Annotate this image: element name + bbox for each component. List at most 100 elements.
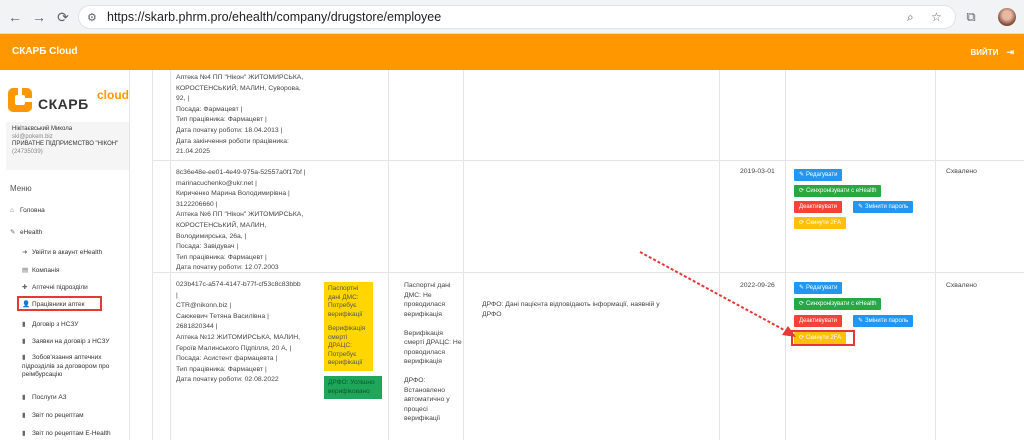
sync-icon: ⟳ [799, 301, 805, 307]
details-line: процесі [404, 405, 428, 413]
key-icon: ✎ [858, 204, 864, 210]
site-info-icon[interactable]: ⚙ [87, 11, 101, 25]
employee-info-line: CTR@nikonn.biz | [176, 302, 232, 310]
reload-icon[interactable]: ⟳ [54, 8, 72, 26]
sidebar-item-label: Заявки на договір з НСЗУ [32, 338, 110, 345]
row-divider [152, 160, 1024, 161]
change-password-label: Змінити пароль [865, 204, 909, 210]
sidebar-item-obligations[interactable]: ▮ Зобов'язання аптечних підрозділів за до… [22, 354, 126, 380]
sync-icon: ⟳ [799, 188, 805, 194]
logout-button[interactable]: ВИЙТИ ⇥ [971, 47, 1014, 58]
sidebar-item-nszu-requests[interactable]: ▮ Заявки на договір з НСЗУ [22, 337, 109, 345]
employee-info-line: Дата початку роботи: 02.08.2022 [176, 376, 279, 384]
employee-table: Аптека №4 ПП "Нікон" ЖИТОМИРСЬКА, КОРОСТ… [152, 70, 1024, 440]
logo-cloud-text: cloud [97, 88, 129, 102]
edit-button[interactable]: ✎ Редагувати [794, 169, 843, 181]
change-password-button[interactable]: ✎ Змінити пароль [853, 315, 914, 327]
sidebar-item-pharmacy-units[interactable]: ✚ Аптечні підрозділи [22, 283, 88, 291]
sidebar-item-label: Головна [20, 207, 45, 214]
employee-info-line: Аптека №12 ЖИТОМИРСЬКА, МАЛИН, [176, 333, 300, 341]
employee-info-line: Посада: Асистент фармацевта | [176, 355, 278, 363]
sidebar-item-ehealth-login[interactable]: ➜ Увійти в акаунт eHealth [22, 248, 102, 256]
sidebar-item-prescription-report[interactable]: ▮ Звіт по рецептам [22, 411, 84, 419]
employee-info-line: 92, | [176, 95, 190, 103]
sidebar-item-nszu-contract[interactable]: ▮ Договір з НСЗУ [22, 320, 78, 328]
employee-info-line: Тип працівника: Фармацевт | [176, 116, 267, 124]
sidebar-item-label: Увійти в акаунт eHealth [32, 249, 103, 256]
edit-button[interactable]: ✎ Редагувати [794, 282, 843, 294]
zoom-icon[interactable]: ⌕ [907, 10, 914, 25]
highlight-box [17, 296, 102, 311]
sidebar-item-label: eHealth [20, 229, 43, 236]
reset-2fa-button[interactable]: ⟳ Скинути 2FA [794, 217, 847, 229]
extensions-icon[interactable]: ⧉ [962, 8, 980, 26]
employee-info-line: 023b417c-a574-4147-b77f-cf53c8c83bbb [176, 281, 301, 288]
employee-info-line: Володимирська, 26а, | [176, 232, 247, 240]
sync-ehealth-button[interactable]: ⟳ Синхронізувати с eHealth [794, 298, 882, 310]
table-row: 023b417c-a574-4147-b77f-cf53c8c83bbb | C… [176, 280, 301, 386]
employee-info-line: Посада: Фармацевт | [176, 105, 243, 113]
sidebar-item-label: Звіт по рецептам [32, 412, 84, 419]
details-line: Верифікація [404, 329, 443, 337]
column-divider [170, 70, 171, 440]
user-email: skl@pokem.biz [12, 133, 53, 140]
logout-label: ВИЙТИ [970, 48, 999, 57]
details-line: верифікація [404, 358, 442, 365]
sync-ehealth-button[interactable]: ⟳ Синхронізувати с eHealth [794, 185, 882, 197]
employee-info-line: Аптека №6 ПП "Нікон" ЖИТОМИРСЬКА, [176, 211, 304, 219]
sidebar-item-label: Звіт по рецептам E-Health [32, 430, 111, 437]
app-header: СКАРБ Cloud ВИЙТИ ⇥ [0, 34, 1024, 70]
sidebar-item-company[interactable]: ▤ Компанія [22, 266, 60, 274]
employee-info-line: КОРОСТЕНСЬКИЙ, МАЛИН, Суворова, [176, 84, 301, 92]
menu-title: Меню [10, 184, 32, 193]
deactivate-label: Деактивувати [799, 204, 838, 210]
document-icon: ▮ [22, 321, 26, 328]
employee-info-line: Кириченко Марина Володимирівна | [176, 190, 290, 198]
app-title[interactable]: СКАРБ Cloud [12, 46, 78, 57]
pencil-icon: ✎ [10, 229, 16, 236]
back-icon[interactable]: ← [6, 8, 24, 26]
forward-icon[interactable]: → [30, 8, 48, 26]
logo: СКАРБ cloud [6, 84, 129, 116]
url-text[interactable]: https://skarb.phrm.pro/ehealth/company/d… [107, 10, 441, 24]
employee-info-line: 21.04.2025 [176, 148, 211, 156]
logo-text: СКАРБ [38, 96, 89, 112]
employee-info-line: 2681820344 | [176, 323, 218, 331]
details-line: ДРФО: [404, 377, 426, 384]
sync-label: Синхронізувати с eHealth [806, 301, 877, 307]
sidebar-item-az-services[interactable]: ▮ Послуги АЗ [22, 393, 67, 401]
column-divider [463, 70, 464, 440]
profile-avatar[interactable] [998, 8, 1016, 26]
employee-info-line: | [176, 291, 178, 299]
sidebar-item-label: Зобов'язання аптечних підрозділів за дог… [22, 354, 110, 378]
sync-icon: ⟳ [799, 220, 805, 226]
sidebar-item-ehealth-report[interactable]: ▮ Звіт по рецептам E-Health [22, 429, 111, 437]
document-icon: ▮ [22, 430, 26, 437]
address-bar[interactable]: ⚙ https://skarb.phrm.pro/ehealth/company… [78, 5, 956, 29]
details-line: верифікації [404, 415, 441, 422]
details-line: проводилася [404, 348, 445, 356]
note-line: ДРФО: Дані пацієнта відповідають інформа… [482, 301, 660, 308]
status-badge: Верифікація смерті ДРАЦС: Потребує вериф… [324, 322, 373, 371]
deactivate-button[interactable]: Деактивувати [794, 201, 843, 213]
sidebar-item-ehealth[interactable]: ✎ eHealth [10, 228, 42, 236]
details-line: Встановлено [404, 386, 446, 394]
note-line: ДРФО [482, 310, 502, 318]
employee-info-line: Тип працівника: Фармацевт | [176, 365, 267, 373]
employee-info-line: Дата закінчення роботи працівника: [176, 137, 289, 145]
employee-info-line: Аптека №4 ПП "Нікон" ЖИТОМИРСЬКА, [176, 74, 304, 81]
column-divider [935, 70, 936, 440]
deactivate-button[interactable]: Деактивувати [794, 315, 843, 327]
sidebar-item-home[interactable]: ⌂ Головна [10, 207, 45, 214]
plus-icon: ✚ [22, 284, 28, 291]
column-divider [719, 70, 720, 440]
employee-info-line: Дата початку роботи: 18.04.2013 | [176, 126, 283, 134]
status-text: Схвалено [946, 168, 977, 175]
sidebar-item-label: Компанія [32, 267, 60, 274]
employee-info-line: Посада: Завідувач | [176, 243, 239, 251]
star-icon[interactable]: ☆ [931, 10, 942, 24]
edit-icon: ✎ [799, 172, 805, 178]
edit-label: Редагувати [806, 172, 838, 178]
change-password-button[interactable]: ✎ Змінити пароль [853, 201, 914, 213]
user-name: Нікітаєвський Микола [12, 126, 73, 132]
